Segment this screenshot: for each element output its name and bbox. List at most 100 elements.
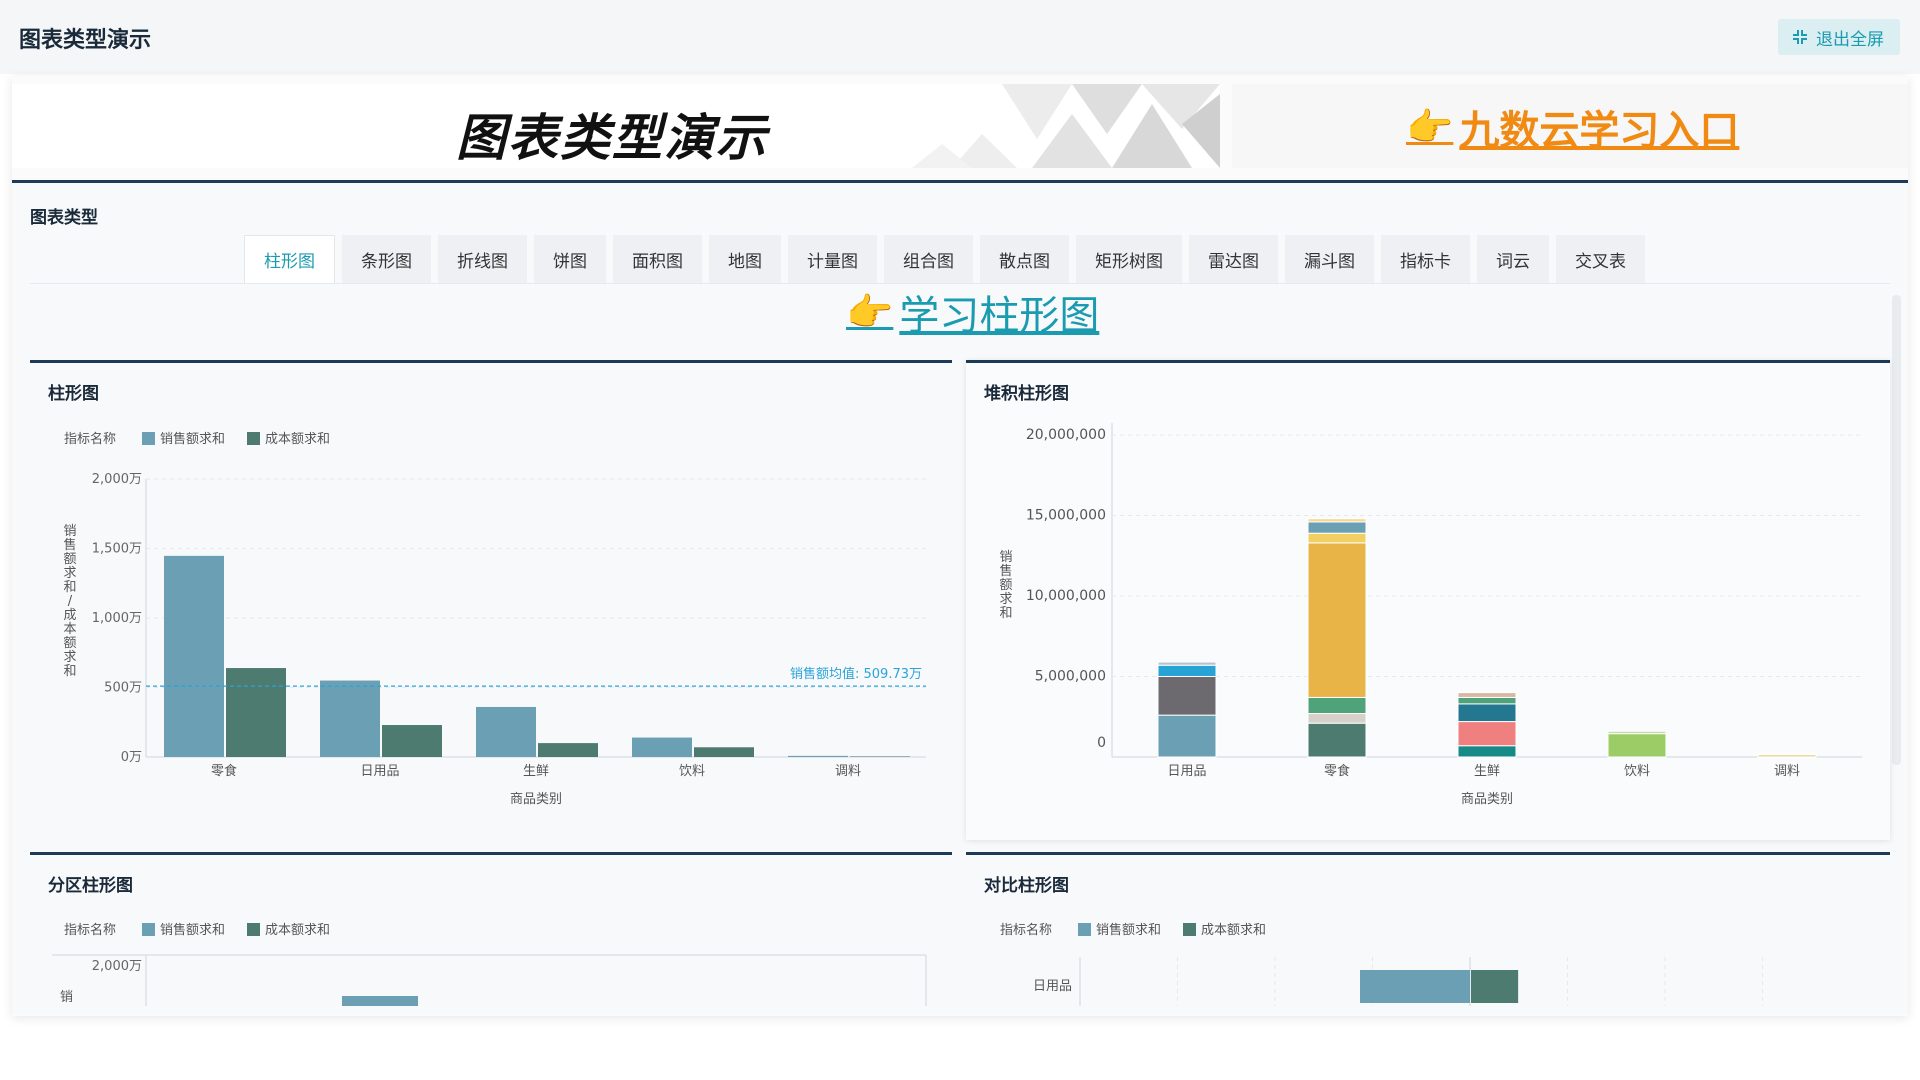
stack-segment (1757, 753, 1817, 756)
y-tick-label: 2,000万 (92, 472, 142, 487)
banner: 图表类型演示 (12, 84, 1220, 168)
stack-segment (1307, 722, 1367, 758)
bar (538, 743, 598, 757)
y-tick-label: 20,000,000 (1026, 427, 1106, 443)
top-bar: 图表类型演示 退出全屏 (0, 0, 1920, 74)
chart-card-bar: 柱形图 指标名称 销售额求和 成本额求和 0万 500万 1,000万 1,500万 2,00… (30, 360, 952, 840)
y-tick-label: 2,000万 (92, 959, 142, 974)
bar (1471, 970, 1519, 1003)
tab-scatter[interactable]: 散点图 (980, 235, 1069, 283)
stack-segment (1457, 696, 1517, 705)
tab-bar-chart[interactable]: 柱形图 (244, 235, 335, 283)
x-tick-label: 饮料 (1624, 764, 1650, 779)
y-tick-label: 1,500万 (92, 542, 142, 557)
legend-label: 成本额求和 (265, 432, 330, 447)
stack-segment (1157, 676, 1217, 716)
legend-label: 成本额求和 (265, 923, 330, 938)
y-tick-label: 15,000,000 (1026, 508, 1106, 524)
chart-card-partition-bar: 分区柱形图 指标名称 销售额求和 成本额求和 2,000万销 (30, 852, 952, 1006)
chart-card-stacked-bar: 堆积柱形图 0 5,000,000 10,000,000 15,000,000 20,0… (966, 360, 1890, 840)
stack-segment (1307, 521, 1367, 534)
learning-entry-label: 九数云学习入口 (1459, 108, 1740, 154)
tab-treemap[interactable]: 矩形树图 (1076, 235, 1182, 283)
content-scrollbar[interactable] (1892, 295, 1901, 765)
bar (226, 668, 286, 757)
x-tick-label: 生鲜 (523, 764, 549, 779)
tab-combo[interactable]: 组合图 (884, 235, 973, 283)
legend-title: 指标名称 (64, 431, 116, 447)
tab-gauge[interactable]: 计量图 (788, 235, 877, 283)
y-axis-title: 销售额求和 (999, 550, 1012, 621)
exit-fullscreen-label: 退出全屏 (1816, 29, 1884, 50)
stack-segment (1307, 542, 1367, 698)
tab-pivot-table[interactable]: 交叉表 (1556, 235, 1645, 283)
bar (342, 996, 418, 1006)
legend-title: 指标名称 (64, 922, 116, 938)
y-tick-label: 0万 (121, 750, 142, 765)
chart-card-compare-bar: 对比柱形图 指标名称 销售额求和 成本额求和 日用品 (966, 852, 1890, 1006)
tab-pie[interactable]: 饼图 (534, 235, 606, 283)
bar (320, 680, 380, 757)
stacked-bar-chart-svg: 0 5,000,000 10,000,000 15,000,000 20,000,000… (999, 423, 1862, 807)
panel-title: 图表类型 (30, 208, 98, 228)
stack-segment (1607, 733, 1667, 758)
y-tick-label: 0 (1097, 735, 1106, 751)
bar-chart-svg: 指标名称 销售额求和 成本额求和 0万 500万 1,000万 1,500万 2,000万零食… (63, 431, 926, 807)
legend-label: 销售额求和 (160, 431, 225, 447)
stack-segment (1307, 696, 1367, 715)
compare-bar-chart-svg: 指标名称 销售额求和 成本额求和日用品 (1000, 922, 1763, 1006)
x-tick-label: 饮料 (679, 764, 705, 779)
average-line-label: 销售额均值: 509.73万 (790, 666, 922, 682)
y-tick-label: 1,000万 (92, 611, 142, 626)
tab-kpi-card[interactable]: 指标卡 (1381, 235, 1470, 283)
x-tick-label: 调料 (835, 764, 861, 779)
stack-segment (1457, 745, 1517, 758)
stack-segment (1607, 730, 1667, 735)
pointing-hand-icon: 👉 (846, 289, 894, 334)
tab-funnel[interactable]: 漏斗图 (1285, 235, 1374, 283)
tab-area[interactable]: 面积图 (613, 235, 702, 283)
y-axis-title: 销 (60, 990, 73, 1005)
bar (476, 706, 536, 757)
stack-segment (1457, 721, 1517, 747)
app-title: 图表类型演示 (19, 28, 152, 53)
stack-segment (1157, 714, 1217, 758)
legend-label: 销售额求和 (1096, 922, 1161, 938)
tab-horizontal-bar[interactable]: 条形图 (342, 235, 431, 283)
stack-segment (1157, 664, 1217, 678)
learn-bar-chart-link[interactable]: 👉 学习柱形图 (846, 283, 1099, 341)
x-tick-label: 调料 (1774, 764, 1800, 779)
stack-segment (1457, 703, 1517, 723)
legend-swatch (1078, 923, 1091, 936)
x-tick-label: 生鲜 (1474, 764, 1500, 779)
legend-swatch (142, 432, 155, 445)
tab-radar[interactable]: 雷达图 (1189, 235, 1278, 283)
chart-type-tabs: 柱形图 条形图 折线图 饼图 面积图 地图 计量图 组合图 散点图 矩形树图 雷… (244, 235, 1652, 283)
x-tick-label: 日用品 (360, 764, 399, 779)
bar (632, 737, 692, 757)
stack-segment (1307, 713, 1367, 724)
bar (1360, 970, 1470, 1003)
legend-label: 销售额求和 (160, 922, 225, 938)
y-axis-title: 销售额求和/成本额求和 (63, 524, 76, 679)
x-tick-label: 零食 (211, 763, 237, 779)
y-tick-label: 5,000,000 (1035, 669, 1106, 685)
legend-swatch (247, 923, 260, 936)
learning-entry-banner: 👉 九数云学习入口 (1232, 84, 1908, 168)
y-tick-label: 500万 (104, 681, 142, 696)
bar (694, 747, 754, 757)
learning-entry-link[interactable]: 👉 九数云学习入口 (1406, 98, 1739, 156)
exit-fullscreen-icon (1793, 30, 1807, 44)
x-tick-label: 零食 (1324, 763, 1350, 779)
learn-bar-chart-label: 学习柱形图 (899, 293, 1100, 339)
partition-bar-chart-svg: 指标名称 销售额求和 成本额求和 2,000万销 (52, 922, 927, 1006)
banner-title: 图表类型演示 (456, 108, 768, 167)
tab-line[interactable]: 折线图 (438, 235, 527, 283)
stack-segment (1307, 518, 1367, 523)
pointing-hand-icon: 👉 (1406, 104, 1454, 149)
stack-segment (1457, 692, 1517, 698)
exit-fullscreen-button[interactable]: 退出全屏 (1778, 19, 1900, 55)
tab-word-cloud[interactable]: 词云 (1477, 235, 1549, 283)
legend-swatch (1183, 923, 1196, 936)
tab-map[interactable]: 地图 (709, 235, 781, 283)
